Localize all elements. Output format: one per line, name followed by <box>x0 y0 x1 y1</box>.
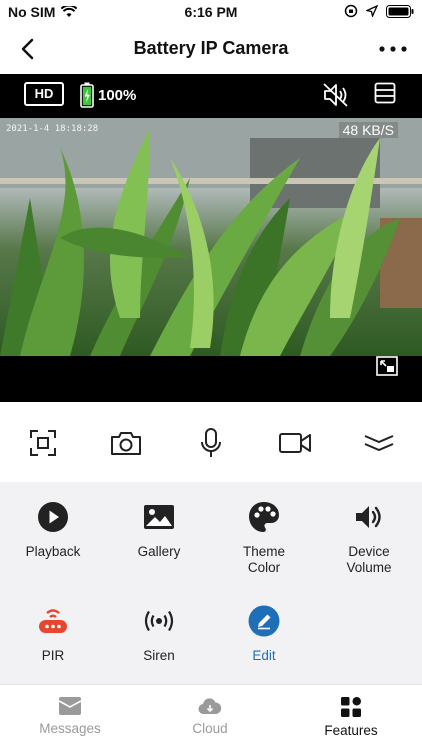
picture-in-picture-button[interactable] <box>376 356 400 378</box>
record-button[interactable] <box>278 426 312 460</box>
tab-features[interactable]: Features <box>301 697 401 738</box>
camera-icon <box>111 432 141 455</box>
more-options-button[interactable] <box>378 36 408 62</box>
tab-label: Messages <box>39 721 101 736</box>
envelope-icon <box>59 697 81 715</box>
feature-siren[interactable]: Siren <box>109 604 209 664</box>
layout-button[interactable] <box>374 82 398 106</box>
tab-messages[interactable]: Messages <box>20 697 120 736</box>
camera-controls <box>0 402 422 482</box>
plant-feed-image <box>0 118 422 356</box>
fullscreen-button[interactable] <box>26 426 60 460</box>
video-toolbar: HD 100% <box>0 74 422 116</box>
gallery-icon <box>142 500 176 534</box>
camera-feed[interactable]: 2021-1-4 18:18:28 48 KB/S <box>0 118 422 356</box>
microphone-icon <box>201 428 221 457</box>
tab-bar: Messages Cloud Features <box>0 684 422 750</box>
feature-label: Theme Color <box>242 544 286 575</box>
battery-percent: 100% <box>98 86 137 104</box>
features-panel: Playback Gallery Theme Color Device Volu… <box>0 482 422 684</box>
feature-device-volume[interactable]: Device Volume <box>319 500 419 576</box>
play-circle-icon <box>36 500 70 534</box>
status-bar: No SIM 6:16 PM <box>0 0 422 26</box>
more-dots-icon <box>379 46 407 52</box>
pir-sensor-icon <box>36 604 70 638</box>
pip-icon <box>376 356 398 376</box>
talk-button[interactable] <box>194 426 228 460</box>
cloud-icon <box>198 698 222 715</box>
feature-playback[interactable]: Playback <box>3 500 103 560</box>
location-arrow-icon <box>366 5 378 17</box>
status-right <box>344 4 414 18</box>
feed-timestamp: 2021-1-4 18:18:28 <box>6 124 99 134</box>
tab-label: Features <box>324 723 378 738</box>
split-view-icon <box>374 82 396 104</box>
grid-icon <box>341 697 361 717</box>
siren-icon <box>142 604 176 638</box>
feature-label: Gallery <box>137 544 181 559</box>
mute-button[interactable] <box>322 82 350 108</box>
feature-pir[interactable]: PIR <box>3 604 103 664</box>
feature-edit[interactable]: Edit <box>214 604 314 664</box>
feature-gallery[interactable]: Gallery <box>109 500 209 560</box>
feature-label: PIR <box>41 648 65 663</box>
feature-label: Playback <box>25 544 81 559</box>
orientation-lock-icon <box>344 4 358 18</box>
battery-status-icon <box>386 4 414 18</box>
speaker-muted-icon <box>323 83 348 107</box>
feature-label: Edit <box>252 648 276 663</box>
chevron-collapse-icon <box>364 435 394 452</box>
video-area: HD 100% 2021-1-4 18:18:28 48 KB/S <box>0 74 422 402</box>
edit-icon <box>247 604 281 638</box>
stream-speed: 48 KB/S <box>338 122 398 138</box>
snapshot-button[interactable] <box>109 426 143 460</box>
collapse-controls-button[interactable] <box>362 426 396 460</box>
tab-label: Cloud <box>192 721 228 736</box>
palette-icon <box>247 500 281 534</box>
feature-theme-color[interactable]: Theme Color <box>214 500 314 576</box>
battery-charging-icon <box>80 82 94 108</box>
volume-icon <box>352 500 386 534</box>
video-camera-icon <box>279 433 311 453</box>
quality-toggle[interactable]: HD <box>24 82 64 106</box>
camera-battery: 100% <box>80 82 136 108</box>
fullscreen-icon <box>30 430 56 456</box>
tab-cloud[interactable]: Cloud <box>160 697 260 736</box>
navigation-bar: Battery IP Camera <box>0 26 422 72</box>
page-title: Battery IP Camera <box>133 38 289 58</box>
feature-label: Siren <box>143 648 175 663</box>
feature-label: Device Volume <box>346 544 392 575</box>
